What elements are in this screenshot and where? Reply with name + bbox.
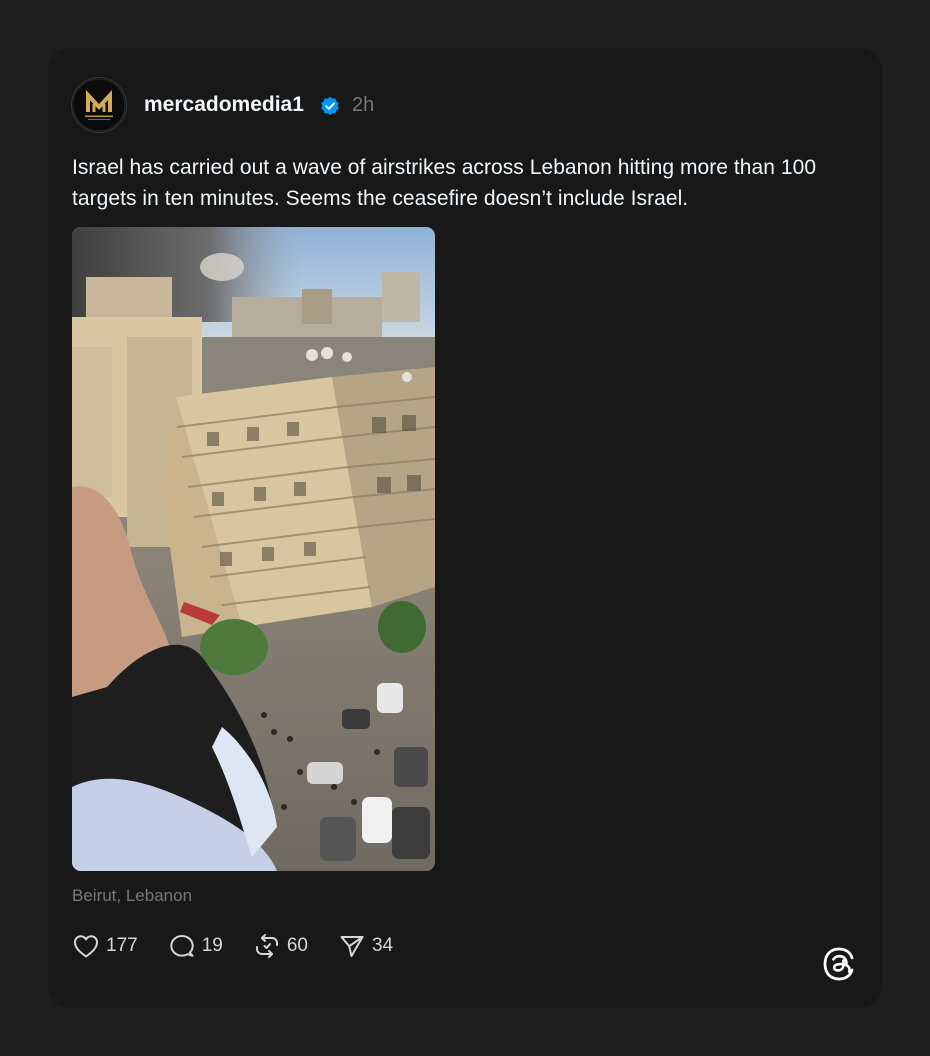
mercado-media-logo [72, 78, 126, 132]
avatar[interactable] [72, 78, 126, 132]
like-button[interactable]: 177 [72, 933, 138, 959]
share-button[interactable]: 34 [338, 933, 393, 959]
post-timestamp[interactable]: 2h [352, 93, 374, 117]
share-count: 34 [371, 935, 394, 956]
post-location[interactable]: Beirut, Lebanon [72, 886, 192, 906]
post-card[interactable]: mercadomedia1 2h Israel has carried out … [48, 48, 882, 1008]
username[interactable]: mercadomedia1 [144, 93, 304, 117]
repost-icon [255, 934, 278, 958]
like-count: 177 [106, 935, 138, 956]
repost-button[interactable]: 60 [253, 933, 308, 959]
heart-icon [74, 935, 98, 958]
verified-badge-icon [321, 96, 339, 115]
threads-logo-icon[interactable] [821, 946, 857, 982]
speech-bubble-icon [170, 935, 194, 957]
paper-plane-icon [340, 936, 364, 957]
post-video[interactable] [72, 227, 435, 871]
reply-button[interactable]: 19 [168, 933, 223, 959]
post-actions: 177 19 60 34 [72, 932, 423, 960]
repost-count: 60 [286, 935, 308, 956]
post-text: Israel has carried out a wave of airstri… [72, 156, 817, 210]
reply-count: 19 [201, 935, 223, 956]
video-frame-beirut-street [72, 227, 435, 871]
